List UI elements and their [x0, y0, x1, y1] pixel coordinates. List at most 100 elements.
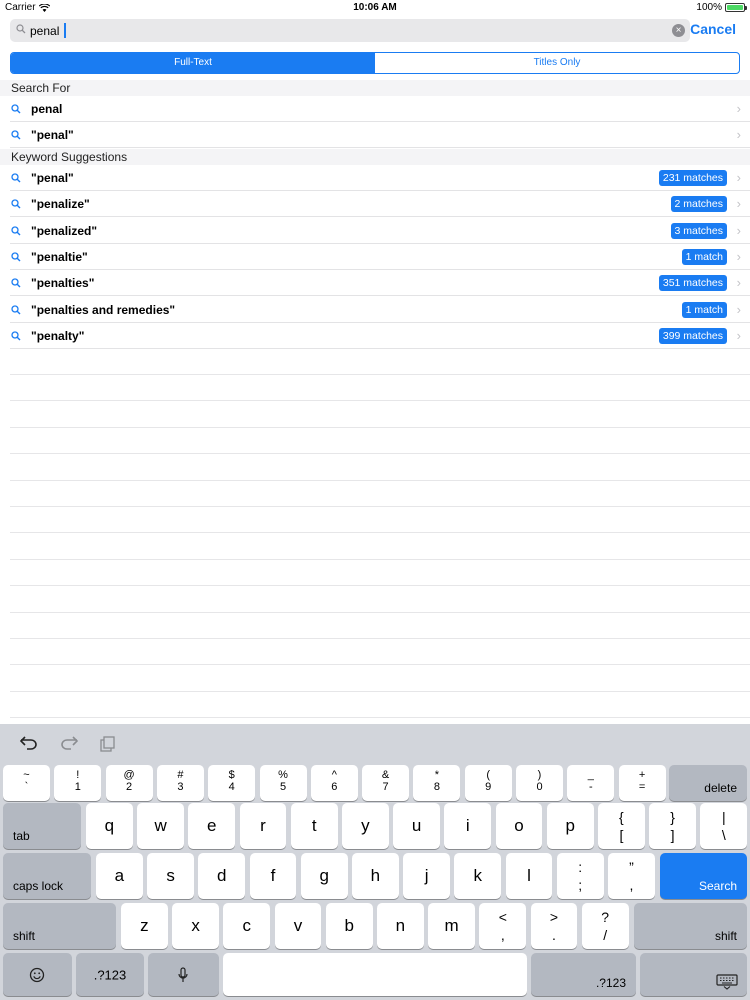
number-key[interactable]: & 7 — [362, 765, 410, 801]
clear-icon[interactable]: × — [672, 24, 685, 37]
letter-key-y[interactable]: y — [342, 803, 389, 849]
number-key[interactable]: ~ ` — [3, 765, 50, 801]
letter-key-t[interactable]: t — [290, 803, 338, 849]
symbol-key[interactable]: < , — [479, 903, 527, 949]
search-for-row[interactable]: "penal" › — [10, 122, 750, 148]
number-key[interactable]: $ 4 — [208, 765, 256, 801]
empty-row-separator — [10, 691, 750, 692]
letter-key-r[interactable]: r — [239, 803, 287, 849]
letter-key-o[interactable]: o — [495, 803, 543, 849]
row-label: "penal" — [31, 128, 74, 142]
number-key[interactable]: + = — [618, 765, 666, 801]
symbol-key[interactable]: ? / — [581, 903, 629, 949]
letter-key-s[interactable]: s — [147, 853, 194, 899]
number-key[interactable]: ( 9 — [464, 765, 512, 801]
letter-key-b[interactable]: b — [325, 903, 373, 949]
letter-key-m[interactable]: m — [428, 903, 475, 949]
symbol-key[interactable]: > . — [530, 903, 578, 949]
tab-key[interactable]: tab — [3, 803, 81, 849]
letter-key-k[interactable]: k — [454, 853, 502, 899]
suggestion-row[interactable]: "penalties and remedies" 1 match › — [10, 296, 750, 323]
letter-key-w[interactable]: w — [137, 803, 184, 849]
letter-key-a[interactable]: a — [96, 853, 143, 899]
suggestion-row[interactable]: "penalties" 351 matches › — [10, 270, 750, 297]
numbers-key-left[interactable]: .?123 — [76, 953, 144, 996]
segment-titles-only[interactable]: Titles Only — [375, 53, 739, 73]
number-key[interactable]: @ 2 — [105, 765, 153, 801]
search-box[interactable]: × — [10, 19, 690, 42]
match-count-badge: 3 matches — [670, 222, 727, 239]
letter-key-d[interactable]: d — [198, 853, 246, 899]
number-key[interactable]: _ - — [567, 765, 615, 801]
suggestion-row[interactable]: "penaltie" 1 match › — [10, 243, 750, 270]
suggestion-row[interactable]: "penalized" 3 matches › — [10, 217, 750, 244]
suggestion-row[interactable]: "penalize" 2 matches › — [10, 191, 750, 218]
numbers-key-right[interactable]: .?123 — [531, 953, 636, 996]
paste-icon[interactable] — [100, 736, 116, 752]
section-header-search-for: Search For — [0, 80, 750, 96]
search-icon — [11, 278, 21, 288]
symbol-key[interactable]: { [ — [598, 803, 645, 849]
letter-key-p[interactable]: p — [546, 803, 594, 849]
dismiss-keyboard-key[interactable] — [640, 953, 747, 996]
symbol-key[interactable]: | \ — [700, 803, 748, 849]
text-caret — [64, 23, 66, 38]
cancel-button[interactable]: Cancel — [690, 21, 736, 37]
search-icon — [16, 24, 26, 34]
symbol-key[interactable]: ” , — [608, 853, 655, 899]
letter-key-g[interactable]: g — [300, 853, 348, 899]
space-key[interactable] — [223, 953, 527, 996]
number-key[interactable]: % 5 — [259, 765, 307, 801]
empty-row-separator — [10, 506, 750, 507]
battery-percent: 100% — [696, 2, 722, 13]
search-icon — [11, 252, 21, 262]
search-icon — [11, 304, 21, 314]
match-count-badge: 1 match — [681, 301, 727, 318]
letter-key-n[interactable]: n — [377, 903, 424, 949]
shift-right-key[interactable]: shift — [634, 903, 747, 949]
search-for-row[interactable]: penal › — [10, 96, 750, 122]
empty-row-separator — [10, 612, 750, 613]
row-label: "penalties" — [31, 276, 95, 291]
suggestion-row[interactable]: "penal" 231 matches › — [10, 165, 750, 191]
match-count-badge: 351 matches — [658, 275, 727, 292]
letter-key-u[interactable]: u — [393, 803, 440, 849]
symbol-key[interactable]: } ] — [649, 803, 696, 849]
number-key[interactable]: ) 0 — [516, 765, 563, 801]
letter-key-l[interactable]: l — [505, 853, 553, 899]
row-label: "penalize" — [31, 197, 90, 212]
search-icon — [11, 173, 21, 183]
letter-key-f[interactable]: f — [249, 853, 297, 899]
number-key[interactable]: ! 1 — [54, 765, 102, 801]
symbol-key[interactable]: : ; — [556, 853, 604, 899]
delete-key[interactable]: delete — [669, 765, 747, 801]
undo-icon[interactable] — [20, 736, 38, 750]
dictation-key[interactable] — [148, 953, 219, 996]
letter-key-i[interactable]: i — [444, 803, 492, 849]
chevron-right-icon: › — [736, 275, 741, 291]
number-key[interactable]: # 3 — [156, 765, 204, 801]
letter-key-e[interactable]: e — [188, 803, 236, 849]
battery-icon — [725, 3, 747, 12]
search-key[interactable]: Search — [660, 853, 747, 899]
redo-icon[interactable] — [60, 736, 78, 750]
section-header-keyword-suggestions: Keyword Suggestions — [0, 149, 750, 165]
caps-lock-key[interactable]: caps lock — [3, 853, 91, 899]
search-row: × Cancel — [10, 19, 740, 42]
segment-full-text[interactable]: Full-Text — [11, 53, 375, 73]
letter-key-h[interactable]: h — [352, 853, 399, 899]
letter-key-c[interactable]: c — [223, 903, 271, 949]
suggestion-row[interactable]: "penalty" 399 matches › — [10, 322, 750, 349]
letter-key-j[interactable]: j — [403, 853, 450, 899]
number-key[interactable]: ^ 6 — [310, 765, 358, 801]
keyboard-shortcut-bar — [0, 724, 750, 762]
number-key[interactable]: * 8 — [413, 765, 461, 801]
letter-key-q[interactable]: q — [86, 803, 133, 849]
letter-key-x[interactable]: x — [172, 903, 219, 949]
search-input[interactable] — [30, 21, 670, 40]
letter-key-v[interactable]: v — [274, 903, 322, 949]
emoji-key[interactable] — [3, 953, 72, 996]
letter-key-z[interactable]: z — [121, 903, 168, 949]
shift-left-key[interactable]: shift — [3, 903, 116, 949]
search-icon — [11, 104, 21, 114]
